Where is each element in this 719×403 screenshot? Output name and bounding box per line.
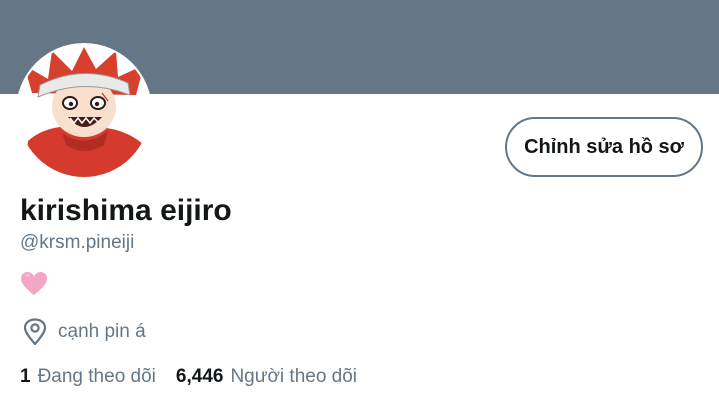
pink-heart-icon [20,271,48,297]
avatar[interactable] [16,43,152,179]
following-label: Đang theo dõi [37,366,156,387]
location-pin-icon [23,318,47,346]
profile-handle: @krsm.pineiji [20,232,135,253]
following-link[interactable]: 1 Đang theo dõi [20,366,156,388]
edit-profile-button[interactable]: Chỉnh sửa hồ sơ [505,117,703,177]
location-text: cạnh pin á [58,321,146,342]
followers-link[interactable]: 6,446 Người theo dõi [176,366,357,388]
profile-location: cạnh pin á [22,318,146,346]
followers-count: 6,446 [175,366,224,387]
following-count: 1 [20,366,31,387]
profile-name: kirishima eijiro [20,194,232,227]
followers-label: Người theo dõi [230,366,358,387]
profile-stats: 1 Đang theo dõi 6,446 Người theo dõi [20,366,357,392]
avatar-image [18,45,150,177]
